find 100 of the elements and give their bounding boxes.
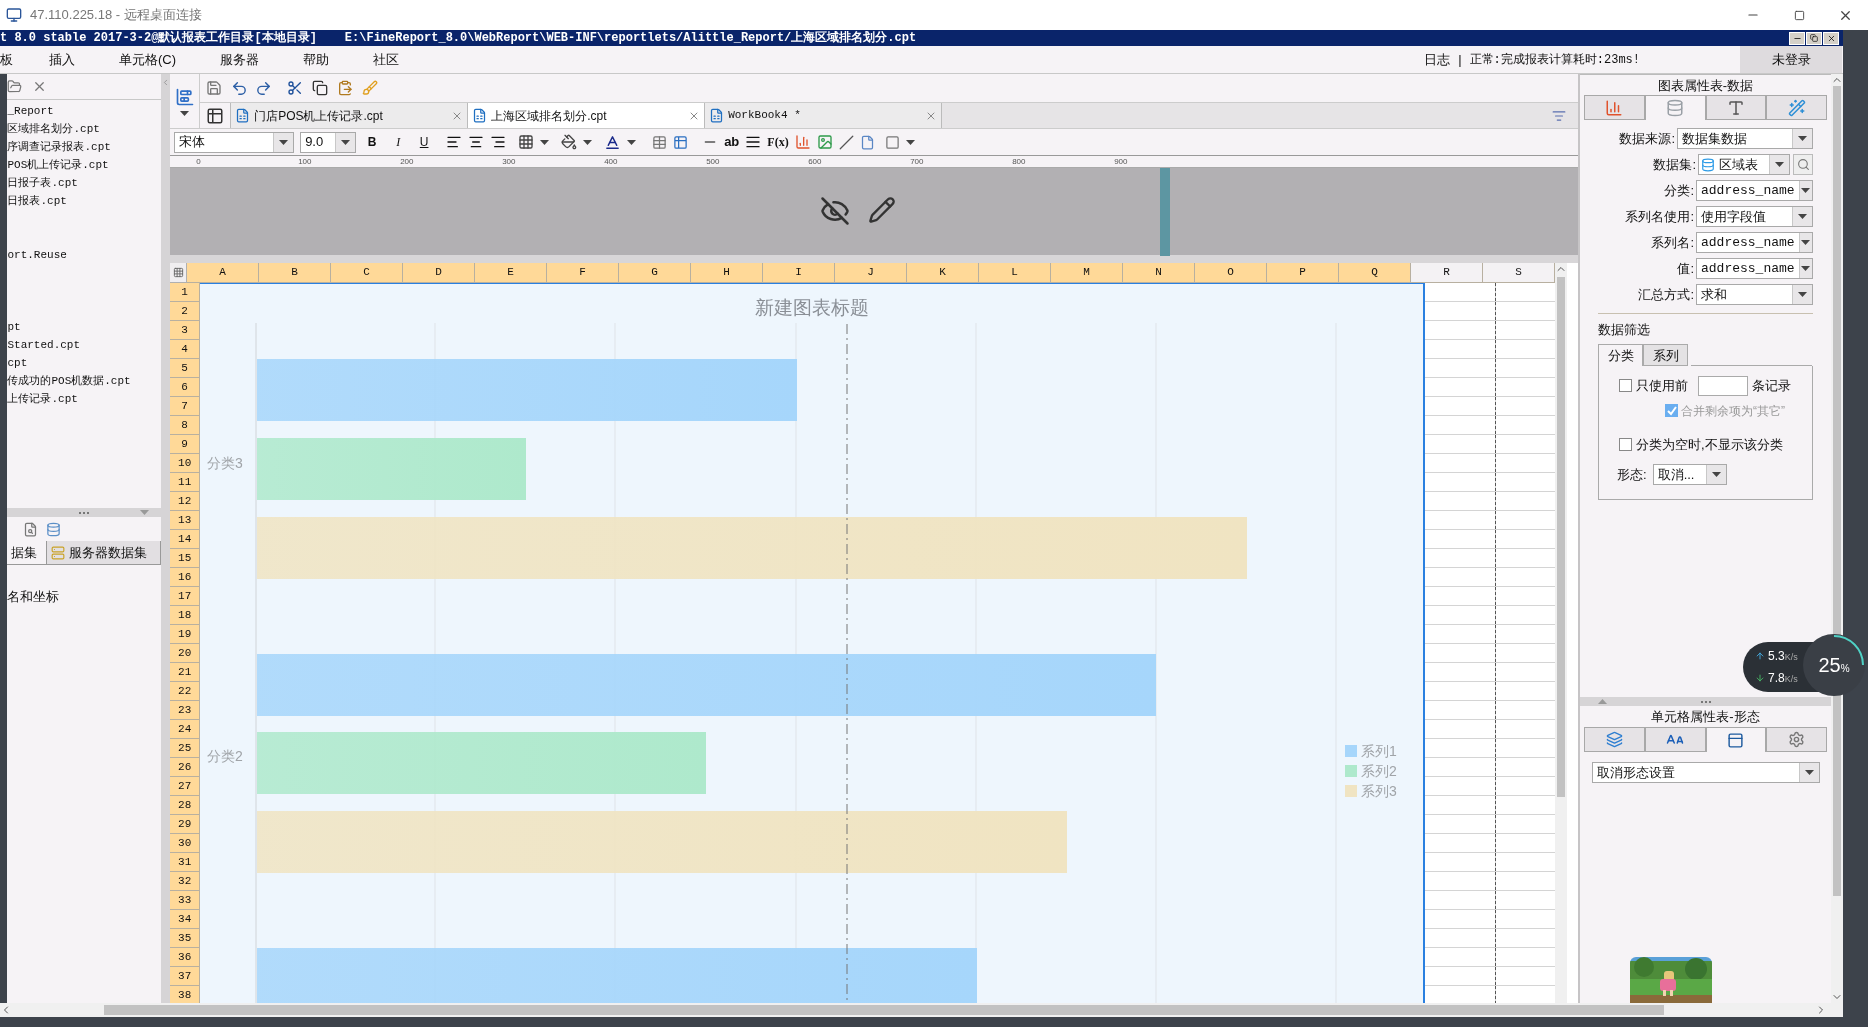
align-left-icon[interactable] — [446, 134, 463, 150]
menu-item[interactable]: 帮助 — [303, 49, 330, 70]
file-item[interactable]: 上传记录.cpt — [7, 390, 78, 408]
row-header[interactable]: 9 — [170, 435, 201, 454]
undo-icon[interactable] — [231, 79, 249, 97]
row-header[interactable]: 28 — [170, 796, 201, 815]
column-header[interactable]: P — [1267, 263, 1340, 283]
dataset-dropdown[interactable]: 区域表 — [1698, 154, 1790, 175]
row-header[interactable]: 36 — [170, 948, 201, 967]
panel-tab[interactable] — [1584, 95, 1645, 120]
menu-item[interactable]: 服务器 — [220, 49, 260, 70]
row-header[interactable]: 19 — [170, 625, 201, 644]
app-restore-button[interactable] — [1806, 31, 1822, 45]
slash-icon[interactable] — [838, 134, 854, 150]
app-minimize-button[interactable] — [1789, 31, 1805, 45]
row-header[interactable]: 8 — [170, 416, 201, 435]
hidden-icon[interactable] — [820, 196, 851, 226]
menu-item[interactable]: 板 — [0, 49, 13, 70]
italic-button[interactable]: I — [388, 133, 409, 151]
column-header[interactable]: M — [1051, 263, 1124, 283]
dataset-tab[interactable]: 服务器数据集 — [47, 541, 162, 564]
row-header[interactable]: 16 — [170, 568, 201, 587]
style-dropdown[interactable]: 取消... — [1652, 464, 1727, 485]
panel-tab[interactable] — [1644, 95, 1706, 120]
row-header[interactable]: 20 — [170, 644, 201, 663]
row-header[interactable]: 23 — [170, 701, 201, 720]
insert-chart-icon[interactable] — [794, 134, 811, 150]
column-header[interactable]: Q — [1339, 263, 1412, 283]
file-item[interactable]: _Report — [7, 102, 54, 120]
panel-tab[interactable] — [1766, 727, 1827, 752]
menu-item[interactable]: 社区 — [373, 49, 400, 70]
field-dropdown[interactable]: address_name — [1696, 232, 1813, 253]
merge-cells-icon[interactable] — [652, 134, 668, 150]
paste-icon[interactable] — [337, 80, 354, 96]
row-header[interactable]: 3 — [170, 321, 201, 340]
font-dropdown[interactable]: 宋体 — [174, 131, 295, 153]
row-header[interactable]: 25 — [170, 739, 201, 758]
column-header[interactable]: O — [1195, 263, 1268, 283]
field-dropdown[interactable]: 使用字段值 — [1696, 206, 1813, 227]
field-dropdown[interactable]: address_name — [1696, 180, 1813, 201]
filter-tab[interactable]: 系列 — [1643, 343, 1688, 366]
file-item[interactable]: pt — [7, 318, 21, 336]
dataset-item[interactable]: 名和坐标 — [7, 587, 162, 607]
file-item[interactable]: 序调查记录报表.cpt — [7, 138, 111, 156]
panel-tab[interactable] — [1644, 727, 1706, 752]
expand-icon[interactable] — [1598, 699, 1607, 704]
panel-tab[interactable] — [1766, 95, 1827, 120]
tab-list-icon[interactable] — [1552, 108, 1567, 123]
row-header[interactable]: 4 — [170, 340, 201, 359]
row-header[interactable]: 12 — [170, 492, 201, 511]
row-header[interactable]: 13 — [170, 511, 201, 530]
menu-item[interactable]: 单元格(C) — [119, 49, 177, 70]
font-size-dropdown[interactable]: 9.0 — [300, 131, 357, 153]
vertical-scrollbar[interactable] — [1555, 263, 1568, 1003]
column-header[interactable]: N — [1123, 263, 1196, 283]
copy-icon[interactable] — [312, 80, 329, 96]
justify-icon[interactable] — [745, 134, 762, 150]
formula-tool[interactable]: F(x) — [767, 133, 789, 151]
row-header[interactable]: 5 — [170, 359, 201, 378]
filter-tab[interactable]: 分类 — [1598, 343, 1643, 366]
count-field[interactable] — [1698, 375, 1748, 396]
row-header[interactable]: 7 — [170, 397, 201, 416]
row-header[interactable]: 37 — [170, 967, 201, 986]
align-center-icon[interactable] — [468, 134, 485, 150]
row-header[interactable]: 21 — [170, 663, 201, 682]
file-item[interactable]: 日报表.cpt — [7, 192, 67, 210]
row-header[interactable]: 15 — [170, 549, 201, 568]
folder-icon[interactable] — [7, 79, 23, 94]
scrollbar-thumb[interactable] — [104, 1005, 1664, 1015]
row-header[interactable]: 30 — [170, 834, 201, 853]
panel-tab[interactable] — [1705, 95, 1767, 120]
document-icon[interactable] — [859, 134, 875, 150]
column-header[interactable]: S — [1483, 263, 1556, 283]
panel-tab[interactable] — [1705, 727, 1767, 752]
save-icon[interactable] — [206, 80, 223, 96]
database-icon[interactable] — [46, 521, 62, 537]
row-header[interactable]: 29 — [170, 815, 201, 834]
file-item[interactable]: Started.cpt — [7, 336, 81, 354]
row-header[interactable]: 18 — [170, 606, 201, 625]
panel-tab[interactable] — [1584, 727, 1645, 752]
insert-image-icon[interactable] — [816, 134, 833, 150]
column-header[interactable]: I — [763, 263, 836, 283]
column-header[interactable]: A — [187, 263, 260, 283]
column-header[interactable]: J — [835, 263, 908, 283]
log-link[interactable]: 日志 — [1424, 49, 1451, 70]
column-header[interactable]: K — [907, 263, 980, 283]
field-dropdown[interactable]: address_name — [1696, 258, 1813, 279]
text-tool[interactable]: ab — [724, 132, 740, 152]
file-item[interactable]: 传成功的POS机数据.cpt — [7, 372, 131, 390]
fill-color-icon[interactable] — [561, 134, 578, 150]
frame-icon[interactable] — [884, 134, 900, 150]
row-header[interactable]: 26 — [170, 758, 201, 777]
row-header[interactable]: 22 — [170, 682, 201, 701]
search-button[interactable] — [1793, 154, 1813, 175]
edit-icon[interactable] — [868, 196, 897, 224]
preview-icon[interactable] — [23, 521, 39, 537]
row-header[interactable]: 10 — [170, 454, 201, 473]
row-header[interactable]: 31 — [170, 853, 201, 872]
row-header[interactable]: 14 — [170, 530, 201, 549]
menu-item[interactable]: 插入 — [49, 49, 75, 70]
